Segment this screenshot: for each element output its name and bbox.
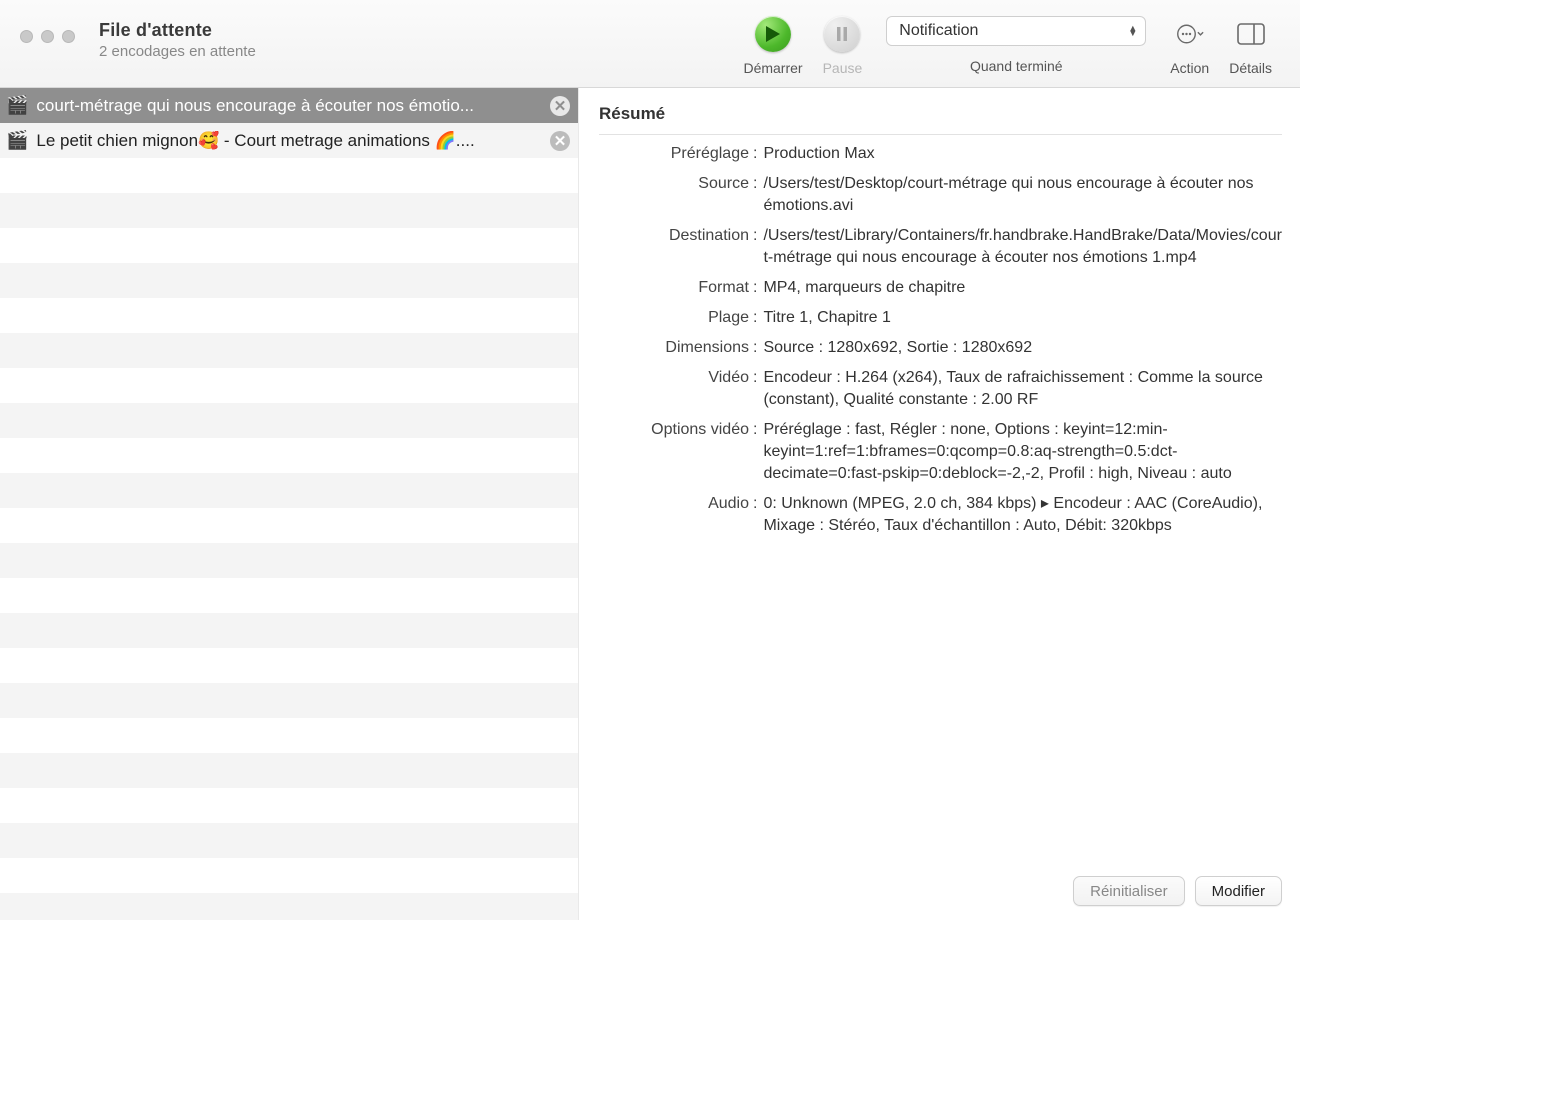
- when-done-group: Notification ▲▼ Quand terminé: [886, 8, 1146, 74]
- minimize-window-button[interactable]: [41, 30, 54, 43]
- zoom-window-button[interactable]: [62, 30, 75, 43]
- toolbar: File d'attente 2 encodages en attente Dé…: [0, 0, 1300, 88]
- divider: [599, 134, 1282, 135]
- window-title: File d'attente: [99, 20, 256, 41]
- summary-row-destination: Destination: /Users/test/Library/Contain…: [599, 225, 1282, 269]
- queue-item-title: Le petit chien mignon🥰 - Court metrage a…: [36, 131, 544, 151]
- summary-row-preset: Préréglage: Production Max: [599, 143, 1282, 165]
- summary-row-audio: Audio: 0: Unknown (MPEG, 2.0 ch, 384 kbp…: [599, 493, 1282, 537]
- summary-row-video-options: Options vidéo: Préréglage : fast, Régler…: [599, 419, 1282, 485]
- queue-item[interactable]: 🎬 court-métrage qui nous encourage à éco…: [0, 88, 578, 123]
- play-icon: [755, 16, 791, 52]
- window-subtitle: 2 encodages en attente: [99, 43, 256, 60]
- details-toggle-button[interactable]: Détails: [1229, 8, 1272, 76]
- queue-empty-rows: [0, 158, 578, 920]
- sidebar-icon: [1237, 22, 1265, 46]
- queue-list: 🎬 court-métrage qui nous encourage à éco…: [0, 88, 578, 920]
- summary-panel: Résumé Préréglage: Production Max Source…: [578, 88, 1300, 920]
- queue-item[interactable]: 🎬 Le petit chien mignon🥰 - Court metrage…: [0, 123, 578, 158]
- ellipsis-circle-icon: [1176, 22, 1204, 46]
- summary-row-format: Format: MP4, marqueurs de chapitre: [599, 277, 1282, 299]
- summary-row-source: Source: /Users/test/Desktop/court-métrag…: [599, 173, 1282, 217]
- title-block: File d'attente 2 encodages en attente: [99, 20, 256, 60]
- pause-label: Pause: [823, 60, 863, 76]
- window-controls: [20, 30, 75, 43]
- summary-row-dimensions: Dimensions: Source : 1280x692, Sortie : …: [599, 337, 1282, 359]
- clapper-icon: 🎬: [6, 95, 28, 116]
- when-done-label: Quand terminé: [970, 58, 1063, 74]
- summary-footer: Réinitialiser Modifier: [1073, 876, 1282, 906]
- pause-icon: [824, 16, 860, 52]
- action-label: Action: [1170, 60, 1209, 76]
- start-button[interactable]: Démarrer: [743, 8, 802, 76]
- pause-button[interactable]: Pause: [823, 8, 863, 76]
- when-done-select[interactable]: Notification ▲▼: [886, 16, 1146, 46]
- summary-row-range: Plage: Titre 1, Chapitre 1: [599, 307, 1282, 329]
- summary-row-video: Vidéo: Encodeur : H.264 (x264), Taux de …: [599, 367, 1282, 411]
- modify-button[interactable]: Modifier: [1195, 876, 1282, 906]
- when-done-value: Notification: [899, 22, 978, 40]
- reset-button[interactable]: Réinitialiser: [1073, 876, 1185, 906]
- queue-item-title: court-métrage qui nous encourage à écout…: [36, 96, 544, 116]
- close-window-button[interactable]: [20, 30, 33, 43]
- stepper-icon: ▲▼: [1128, 26, 1137, 36]
- summary-heading: Résumé: [599, 104, 1282, 124]
- details-label: Détails: [1229, 60, 1272, 76]
- remove-queue-item-button[interactable]: ✕: [550, 131, 570, 151]
- start-label: Démarrer: [743, 60, 802, 76]
- action-menu-button[interactable]: Action: [1170, 8, 1209, 76]
- remove-queue-item-button[interactable]: ✕: [550, 96, 570, 116]
- clapper-icon: 🎬: [6, 130, 28, 151]
